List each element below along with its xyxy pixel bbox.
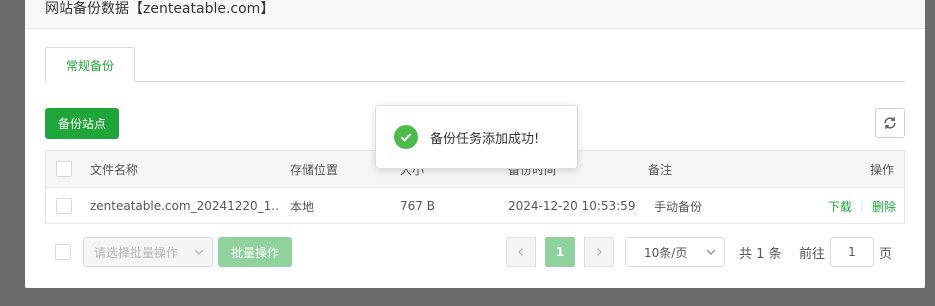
batch-operation-placeholder: 请选择批量操作: [94, 245, 179, 260]
delete-link[interactable]: 删除: [872, 198, 896, 215]
header-location: 存储位置: [290, 162, 339, 177]
tab-regular-backup[interactable]: 常规备份: [45, 47, 135, 83]
select-all-cell: [56, 151, 72, 187]
download-link[interactable]: 下载: [828, 198, 852, 215]
per-page-select[interactable]: 10条/页: [625, 237, 725, 267]
success-toast: 备份任务添加成功!: [375, 105, 578, 169]
header-note: 备注: [648, 162, 673, 177]
batch-operation-select[interactable]: 请选择批量操作: [83, 237, 213, 267]
dialog-header: 网站备份数据【zenteatable.com】: [25, 0, 925, 29]
row-time: 2024-12-20 10:53:59: [508, 199, 636, 213]
header-actions: 操作: [869, 162, 894, 177]
footer-select-all-checkbox[interactable]: [55, 244, 71, 260]
table-row: zenteatable.com_20241220_1... 本地 767 B 2…: [46, 188, 904, 224]
chevron-down-icon: [706, 249, 716, 255]
refresh-icon: [884, 117, 896, 129]
prev-page-button[interactable]: [506, 237, 536, 267]
header-filename[interactable]: 文件名称: [90, 151, 138, 187]
refresh-button[interactable]: [875, 108, 905, 138]
select-all-checkbox[interactable]: [56, 161, 72, 177]
goto-page-input[interactable]: 1: [830, 237, 874, 267]
dialog-title: 网站备份数据【zenteatable.com】: [45, 1, 275, 17]
row-actions: 下载 | 删除: [828, 188, 896, 224]
row-select-cell: [56, 188, 72, 224]
goto-label: 前往: [799, 246, 826, 262]
toast-message: 备份任务添加成功!: [430, 131, 540, 147]
chevron-left-icon: [518, 248, 523, 256]
row-filename: zenteatable.com_20241220_1...: [90, 199, 280, 213]
backup-site-button[interactable]: 备份站点: [45, 108, 119, 139]
chevron-down-icon: [194, 249, 204, 255]
total-count: 共 1 条: [739, 246, 782, 262]
chevron-right-icon: [597, 248, 602, 256]
per-page-value: 10条/页: [644, 245, 688, 260]
check-circle-icon: [394, 125, 418, 149]
table-footer: 请选择批量操作 批量操作 1 10条/页 共 1 条 前往 1 页: [45, 236, 905, 268]
row-location: 本地: [290, 199, 315, 214]
row-size: 767 B: [400, 199, 435, 213]
next-page-button[interactable]: [584, 237, 614, 267]
goto-suffix: 页: [879, 246, 893, 262]
row-checkbox[interactable]: [56, 198, 72, 214]
tab-bar: 常规备份: [45, 47, 905, 83]
batch-operation-button[interactable]: 批量操作: [218, 237, 292, 267]
page-number-current[interactable]: 1: [545, 237, 575, 267]
action-divider: |: [859, 199, 864, 213]
row-note[interactable]: 手动备份: [654, 188, 702, 224]
